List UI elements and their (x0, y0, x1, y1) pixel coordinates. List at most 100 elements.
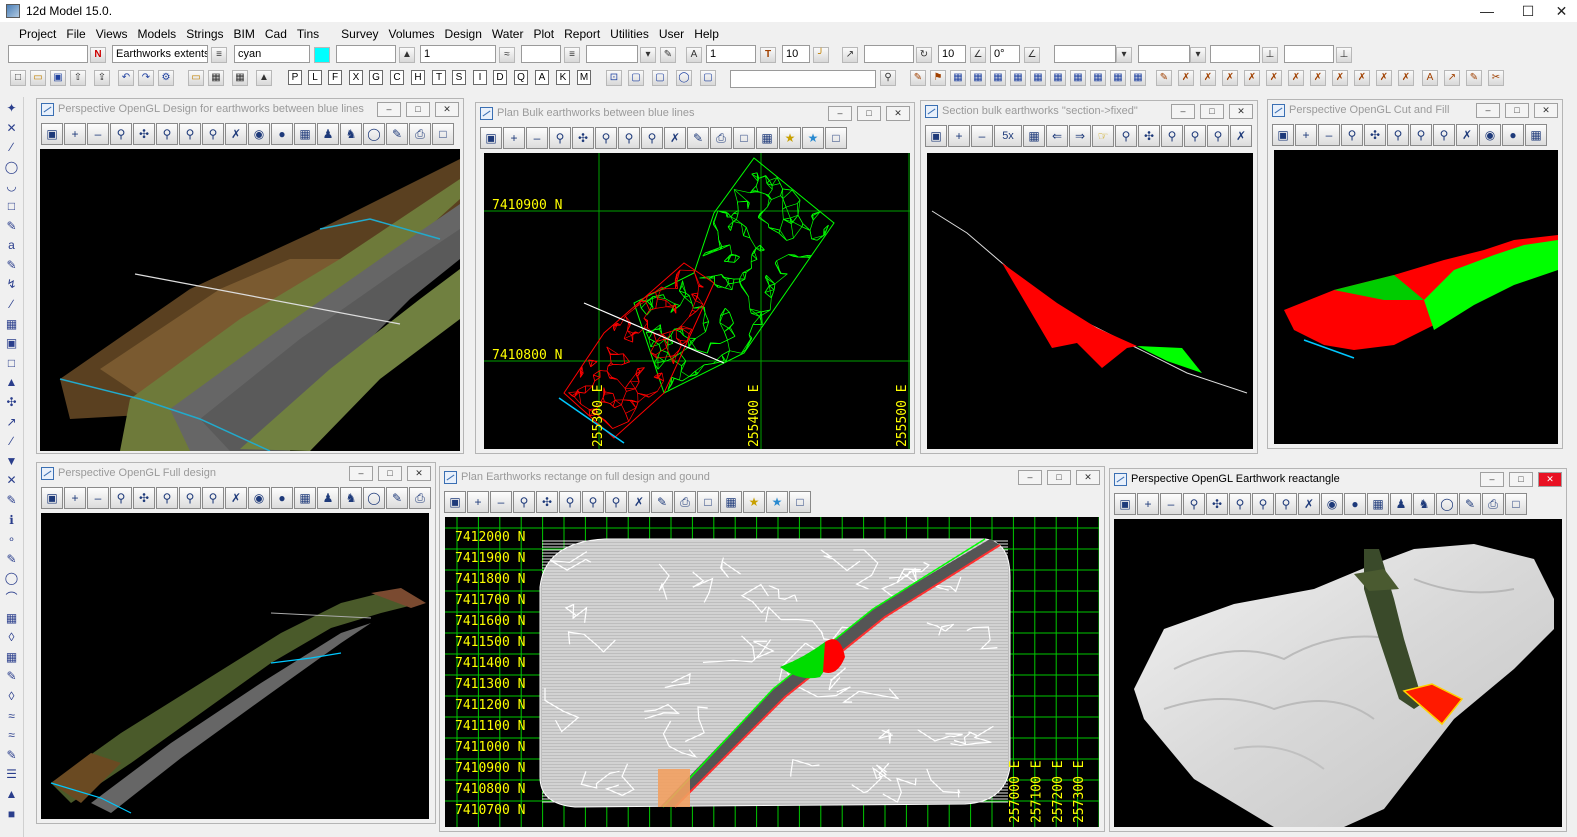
network-icon[interactable]: ▦ (1070, 70, 1086, 86)
curve-icon[interactable]: ⌒ (4, 591, 19, 606)
view-full-design[interactable]: Perspective OpenGL Full design – □ ✕ ▣ +… (36, 462, 436, 824)
settings-gear-icon[interactable]: ⚙ (158, 70, 174, 86)
pen-icon[interactable]: ✎ (386, 123, 408, 145)
pipe-icon[interactable]: ◯ (4, 571, 19, 586)
star-icon[interactable]: ★ (743, 491, 765, 513)
colour-swatch[interactable] (314, 47, 330, 63)
view-minimize-button[interactable]: – (1018, 470, 1042, 485)
snap-circle-icon[interactable]: ◯ (676, 70, 692, 86)
weight-icon[interactable]: ≈ (499, 47, 515, 63)
save-icon[interactable]: ▣ (50, 70, 66, 86)
snap-letter-h[interactable]: H (411, 70, 425, 85)
zoom-window-icon[interactable]: ⚲ (110, 123, 132, 145)
menu-user[interactable]: User (654, 27, 689, 41)
tag-icon[interactable]: ⚑ (930, 70, 946, 86)
text-icon[interactable]: T (760, 47, 776, 63)
level-icon[interactable]: ⊥ (1336, 47, 1352, 63)
view-fit-icon[interactable]: ▣ (1114, 493, 1136, 515)
zoom-in-icon[interactable]: + (948, 125, 970, 147)
view-maximize-button[interactable]: □ (1047, 470, 1071, 485)
pen-icon[interactable]: ✎ (687, 127, 709, 149)
snap-point-icon[interactable]: ⊡ (606, 70, 622, 86)
redo-icon[interactable]: ↷ (138, 70, 154, 86)
pan-icon[interactable]: ✣ (1364, 124, 1386, 146)
view-cut-fill[interactable]: Perspective OpenGL Cut and Fill – □ ✕ ▣ … (1267, 99, 1563, 449)
draw-icon[interactable]: ✎ (4, 493, 19, 508)
zoom-all-icon[interactable]: ⚲ (605, 491, 627, 513)
command-search-field[interactable] (730, 70, 876, 88)
globe-icon[interactable]: ● (1344, 493, 1366, 515)
view-minimize-button[interactable]: – (828, 106, 852, 121)
zoom-in-icon[interactable]: + (1137, 493, 1159, 515)
style-field[interactable] (336, 45, 396, 63)
view-fit-icon[interactable]: ▣ (480, 127, 502, 149)
text-size-field[interactable]: 10 (782, 45, 810, 63)
snap-letter-f[interactable]: F (328, 70, 342, 85)
walk-icon[interactable]: ♟ (317, 487, 339, 509)
marker-icon[interactable]: ✎ (4, 748, 19, 763)
snap-letter-m[interactable]: M (577, 70, 591, 85)
angle-picker-icon[interactable]: ∠ (1024, 47, 1040, 63)
view-maximize-button[interactable]: □ (378, 466, 402, 481)
copy-icon[interactable]: □ (697, 491, 719, 513)
window-icon[interactable]: □ (789, 491, 811, 513)
view-canvas[interactable] (1114, 519, 1562, 827)
list-icon[interactable]: ▦ (1130, 70, 1146, 86)
weight-field[interactable]: 1 (420, 45, 496, 63)
data-icon[interactable]: ▦ (1030, 70, 1046, 86)
star-icon[interactable]: ★ (779, 127, 801, 149)
grid-icon[interactable]: ▦ (720, 491, 742, 513)
view-canvas[interactable] (1274, 150, 1558, 444)
height-dropdown-icon[interactable]: ▾ (1190, 47, 1206, 63)
string-join-icon[interactable]: ✗ (1178, 70, 1194, 86)
string-offset-icon[interactable]: ✗ (1332, 70, 1348, 86)
fly-icon[interactable]: ♞ (1413, 493, 1435, 515)
export-icon[interactable]: ⇧ (70, 70, 86, 86)
calendar-icon[interactable]: ▦ (1090, 70, 1106, 86)
zoom-extent-icon[interactable]: ⚲ (156, 123, 178, 145)
upload-icon[interactable]: ⇪ (94, 70, 110, 86)
info-icon[interactable]: ℹ (4, 513, 19, 528)
menu-views[interactable]: Views (91, 27, 133, 41)
string-copy-icon[interactable]: ✗ (1376, 70, 1392, 86)
print-icon[interactable]: ⎙ (710, 127, 732, 149)
colour-field[interactable]: cyan (234, 45, 310, 63)
view-minimize-button[interactable]: – (1480, 472, 1504, 487)
window-icon[interactable]: □ (825, 127, 847, 149)
linestyle-field[interactable] (521, 45, 561, 63)
menu-water[interactable]: Water (487, 27, 529, 41)
building-icon[interactable]: ▲ (4, 375, 19, 390)
view-close-button[interactable]: ✕ (435, 102, 459, 117)
menu-bim[interactable]: BIM (229, 27, 260, 41)
zoom-out-icon[interactable]: – (490, 491, 512, 513)
steering-wheel-icon[interactable]: ◯ (1436, 493, 1458, 515)
edit-icon[interactable]: ✎ (910, 70, 926, 86)
exaggeration-button[interactable]: 5x (994, 125, 1022, 147)
zoom-in-icon[interactable]: + (64, 487, 86, 509)
print-icon[interactable]: ⎙ (674, 491, 696, 513)
view-section-bulk[interactable]: Section bulk earthworks "section->fixed"… (920, 100, 1258, 454)
undo-icon[interactable]: ↶ (118, 70, 134, 86)
string-fillet-icon[interactable]: ✗ (1288, 70, 1304, 86)
zoom-window-icon[interactable]: ⚲ (549, 127, 571, 149)
snap-letter-d[interactable]: D (493, 70, 507, 85)
view-minimize-button[interactable]: – (377, 102, 401, 117)
pan-icon[interactable]: ✣ (572, 127, 594, 149)
zoom-previous-icon[interactable]: ⚲ (1410, 124, 1432, 146)
snap-letter-q[interactable]: Q (514, 70, 528, 85)
zoom-out-icon[interactable]: – (971, 125, 993, 147)
zoom-extent-icon[interactable]: ⚲ (1229, 493, 1251, 515)
print-icon[interactable]: ⎙ (409, 123, 431, 145)
pan-icon[interactable]: ✣ (536, 491, 558, 513)
snap-line-icon[interactable]: ▢ (628, 70, 644, 86)
arc-icon[interactable]: ◡ (4, 179, 19, 194)
zoom-out-icon[interactable]: – (1318, 124, 1340, 146)
copy-icon[interactable]: □ (432, 123, 454, 145)
clipboard-icon[interactable]: ▦ (1110, 70, 1126, 86)
brush-icon[interactable]: ✎ (4, 258, 19, 273)
previous-section-icon[interactable]: ⇐ (1046, 125, 1068, 147)
walk-icon[interactable]: ♟ (1390, 493, 1412, 515)
view-fit-icon[interactable]: ▣ (41, 487, 63, 509)
snap-letter-l[interactable]: L (308, 70, 322, 85)
view-minimize-button[interactable]: – (1476, 103, 1500, 118)
